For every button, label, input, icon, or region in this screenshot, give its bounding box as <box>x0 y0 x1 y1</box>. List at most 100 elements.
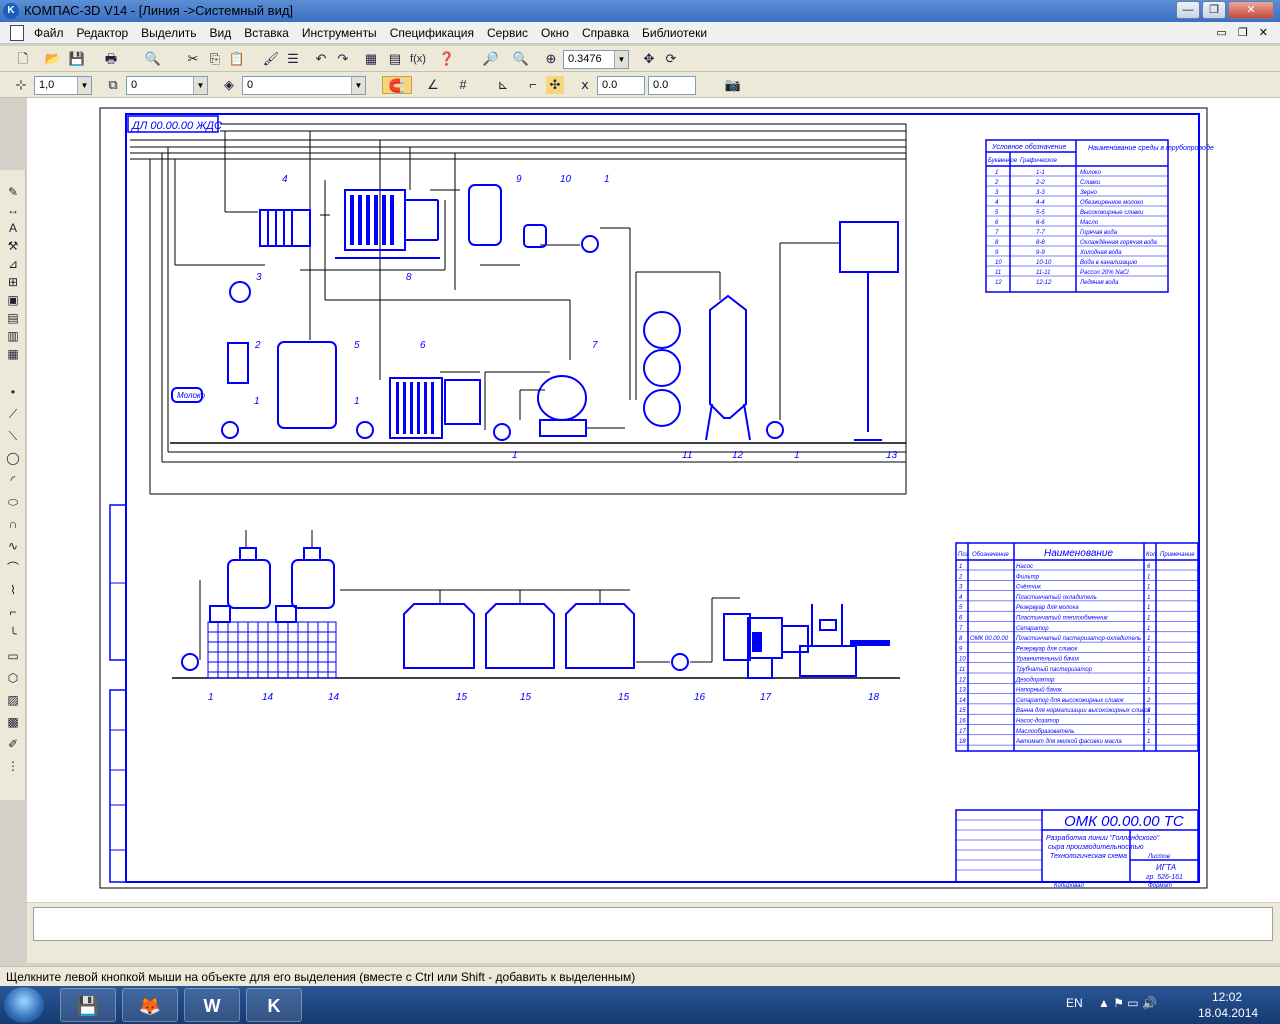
legend-cell: 1 <box>995 170 998 176</box>
svg-text:4: 4 <box>282 174 288 185</box>
svg-text:17: 17 <box>760 692 772 703</box>
spec-cell: Уравнительный бачок <box>1015 656 1080 663</box>
legend-cell: 12 <box>995 280 1002 286</box>
legend-cell: Вода в канализацию <box>1080 260 1138 266</box>
spec-cell: Пластинчатый пастеризатор-охладитель <box>1016 635 1141 642</box>
legend-cell: Охлаждённая горячая вода <box>1080 240 1158 246</box>
legend-cell: 8-8 <box>1036 240 1045 246</box>
legend-cell: Горячая вода <box>1080 230 1118 236</box>
spec-cell: 1 <box>1147 585 1150 591</box>
legend-cell: 11 <box>995 270 1001 276</box>
legend-cell: 10 <box>995 260 1002 266</box>
spec-cell: 2 <box>1146 698 1151 704</box>
legend-cell: 9 <box>995 250 999 256</box>
clock-date[interactable]: 18.04.2014 <box>1198 1006 1258 1020</box>
spec-cell: Пластинчатый охладитель <box>1016 594 1097 601</box>
spec-cell: Фильтр <box>1016 574 1040 580</box>
legend-sub-2: Графическое <box>1020 158 1058 164</box>
spec-cell: Насос <box>1016 564 1033 570</box>
legend-cell: 4 <box>995 200 999 206</box>
title-line-2: сыра производительностью <box>1048 843 1144 851</box>
command-line[interactable] <box>33 907 1273 941</box>
status-hint: Щелкните левой кнопкой мыши на объекте д… <box>6 970 636 984</box>
language-indicator[interactable]: EN <box>1066 996 1083 1010</box>
word-icon[interactable]: W <box>184 988 240 1022</box>
spec-cell: Маслообразователь <box>1016 729 1074 735</box>
firefox-icon[interactable]: 🦊 <box>122 988 178 1022</box>
kompas-taskbar-icon[interactable]: K <box>246 988 302 1022</box>
spec-cell: 7 <box>959 626 963 632</box>
spec-cell: 1 <box>1147 626 1150 632</box>
legend-cell: Зерно <box>1080 190 1098 196</box>
legend-cell: Молоко <box>1080 170 1102 176</box>
svg-text:2: 2 <box>254 340 261 351</box>
legend-cell: 2 <box>994 180 999 186</box>
property-panel <box>27 903 1280 963</box>
org-label: ИГТА <box>1156 863 1176 872</box>
svg-text:12: 12 <box>732 450 744 461</box>
svg-text:10: 10 <box>560 174 572 185</box>
legend-cell: 2-2 <box>1035 180 1045 186</box>
spec-cell: Сепаратор для высокожирных сливок <box>1016 698 1125 704</box>
save-app-icon[interactable]: 💾 <box>60 988 116 1022</box>
legend-cell: Холодная вода <box>1079 250 1122 256</box>
drawing-code: ОМК 00.00.00 ТС <box>1064 813 1184 830</box>
legend-cell: 6 <box>995 220 999 226</box>
svg-text:15: 15 <box>520 692 532 703</box>
svg-text:11: 11 <box>682 450 692 461</box>
spec-header-cell: Обозначение <box>972 552 1009 558</box>
spec-cell: Насос-дозатор <box>1016 719 1060 725</box>
legend-cell: Масло <box>1080 220 1099 226</box>
spec-cell: 1 <box>1147 646 1150 652</box>
legend-cell: 5 <box>995 210 999 216</box>
start-button[interactable] <box>4 987 44 1023</box>
spec-cell: 1 <box>1147 667 1150 673</box>
spec-cell: 5 <box>959 605 963 611</box>
spec-cell: Резервуар для сливок <box>1016 646 1079 652</box>
spec-cell: Трубчатый пастеризатор <box>1016 666 1093 673</box>
svg-text:16: 16 <box>694 692 706 703</box>
svg-text:1: 1 <box>604 174 610 185</box>
svg-text:1: 1 <box>794 450 800 461</box>
svg-text:5: 5 <box>354 340 360 351</box>
spec-cell: 4 <box>959 595 963 601</box>
spec-cell: 1 <box>1147 574 1150 580</box>
spec-cell: Автомат для мелкой фасовки масла <box>1015 738 1122 745</box>
spec-cell: 1 <box>959 564 962 570</box>
clock-time[interactable]: 12:02 <box>1212 990 1242 1004</box>
spec-cell: 1 <box>1147 605 1150 611</box>
spec-header-cell: Примечание <box>1160 552 1195 558</box>
spec-cell: 3 <box>1147 708 1151 714</box>
spec-cell: 1 <box>1147 739 1150 745</box>
legend-cell: 7 <box>995 230 999 236</box>
spec-cell: 16 <box>959 719 966 725</box>
spec-cell: 1 <box>1147 677 1150 683</box>
legend-header-2: Наименование среды в трубопроводе <box>1088 144 1214 152</box>
spec-cell: 6 <box>1147 564 1151 570</box>
title-line-3: Технологическая схема <box>1050 853 1127 860</box>
legend-cell: 6-6 <box>1036 220 1045 226</box>
legend-cell: 3-3 <box>1036 190 1045 196</box>
legend-cell: 10-10 <box>1036 260 1052 266</box>
svg-text:15: 15 <box>618 692 630 703</box>
sheets-label: Листов <box>1147 854 1170 860</box>
legend-cell: Высокожирные сливки <box>1080 210 1144 216</box>
spec-cell: 1 <box>1147 719 1150 725</box>
svg-text:9: 9 <box>516 174 522 185</box>
svg-text:3: 3 <box>256 272 262 283</box>
legend-cell: Рассол 20% NaCl <box>1080 270 1129 276</box>
spec-cell: 13 <box>959 688 966 694</box>
svg-text:18: 18 <box>868 692 880 703</box>
svg-text:7: 7 <box>592 340 598 351</box>
spec-cell: 1 <box>1147 657 1150 663</box>
tray-icons[interactable]: ▲ ⚑ ▭ 🔊 <box>1098 996 1157 1010</box>
spec-cell: 12 <box>959 677 966 683</box>
technological-scheme-drawing[interactable]: ДЛ 00.00.00 ЖДС Молоко 4 9 10 132 5 6 7 … <box>0 0 1280 1024</box>
spec-cell: 17 <box>959 729 966 735</box>
spec-cell: ОМК 00.00.00 <box>970 636 1009 642</box>
svg-text:6: 6 <box>420 340 426 351</box>
svg-text:8: 8 <box>406 272 412 283</box>
svg-text:15: 15 <box>456 692 468 703</box>
svg-text:1: 1 <box>512 450 518 461</box>
group-label: гр. 526-161 <box>1146 874 1183 881</box>
